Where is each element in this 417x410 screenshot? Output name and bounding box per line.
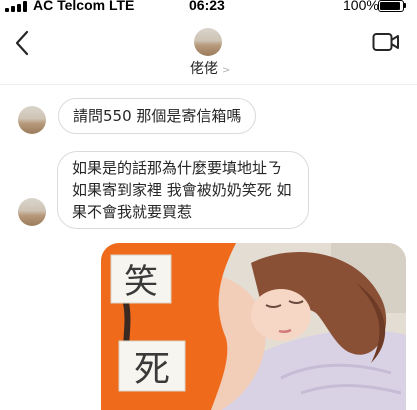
photo-image: 笑 死 [101, 243, 406, 410]
chevron-right-icon: > [222, 65, 231, 76]
back-button[interactable] [10, 28, 36, 58]
message-bubble[interactable]: 請問550 那個是寄信箱嗎 [58, 98, 257, 134]
battery-percent: 100% [343, 0, 379, 13]
video-camera-icon [372, 33, 399, 51]
status-bar: AC Telcom LTE 06:23 100% [0, 0, 417, 14]
contact-name-button[interactable]: 佬佬 > [190, 58, 230, 78]
message-line: 如果寄到家裡 我會被奶奶笑死 如 [72, 181, 292, 199]
battery-tip [404, 3, 406, 8]
carrier-label: AC Telcom LTE [33, 0, 135, 13]
contact-name: 佬佬 [190, 61, 218, 77]
sender-avatar[interactable] [18, 198, 46, 226]
avatar-image [18, 198, 46, 226]
chevron-left-icon [15, 30, 29, 56]
chat-header: 佬佬 > [0, 14, 417, 85]
message-text: 請問550 那個是寄信箱嗎 [73, 107, 242, 125]
signal-bars-icon [5, 1, 29, 12]
sender-avatar[interactable] [18, 106, 46, 134]
message-line: 果不會我就要買惹 [72, 203, 193, 221]
battery-fill [380, 2, 400, 10]
message-line: 如果是的話那為什麼要填地址ㄋ [72, 159, 283, 177]
message-bubble[interactable]: 如果是的話那為什麼要填地址ㄋ 如果寄到家裡 我會被奶奶笑死 如 果不會我就要買惹 [57, 151, 309, 229]
contact-avatar[interactable] [194, 28, 222, 56]
note-top-text: 笑 [124, 262, 158, 302]
note-bottom-text: 死 [134, 349, 170, 390]
video-call-button[interactable] [372, 31, 400, 53]
status-time: 06:23 [189, 0, 225, 13]
avatar-image [194, 28, 222, 56]
avatar-image [18, 106, 46, 134]
battery-icon [378, 0, 404, 12]
photo-message[interactable]: 笑 死 [101, 243, 406, 410]
